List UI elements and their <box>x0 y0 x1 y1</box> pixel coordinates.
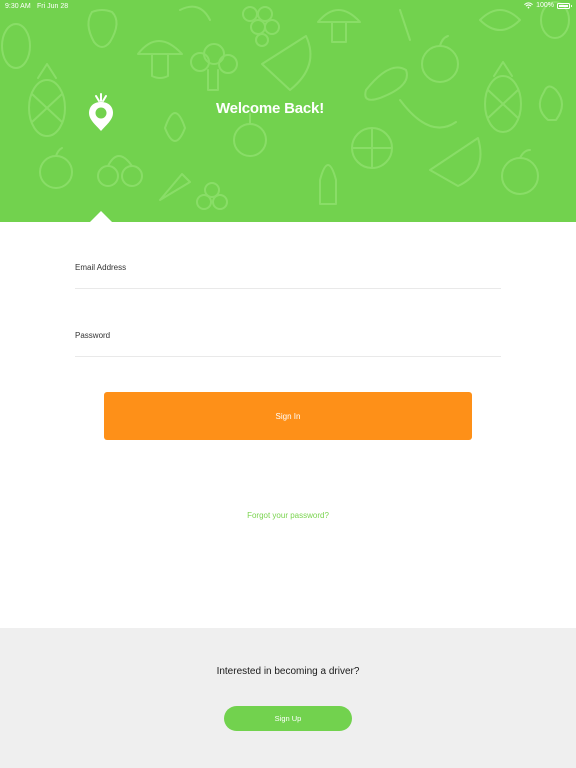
forgot-password-link[interactable]: Forgot your password? <box>188 511 388 520</box>
sign-up-button[interactable]: Sign Up <box>224 706 352 731</box>
password-field[interactable]: Password <box>75 331 501 357</box>
status-time: 9:30 AM <box>5 3 31 10</box>
password-underline <box>75 356 501 357</box>
password-label: Password <box>75 331 111 340</box>
status-date: Fri Jun 28 <box>37 3 69 10</box>
page-title: Welcome Back! <box>215 100 324 117</box>
app-logo-icon <box>89 93 113 131</box>
wifi-icon <box>524 2 533 9</box>
status-bar: 9:30 AM Fri Jun 28 100% <box>0 0 576 14</box>
password-input[interactable] <box>75 341 501 355</box>
battery-icon <box>557 2 572 9</box>
header-notch <box>90 211 112 222</box>
status-indicators: 100% <box>524 2 572 9</box>
driver-prompt: Interested in becoming a driver? <box>216 666 360 677</box>
email-label: Email Address <box>75 263 127 272</box>
header-banner: 9:30 AM Fri Jun 28 100% Welcome Back! <box>0 0 576 222</box>
battery-percent: 100% <box>536 2 554 9</box>
email-input[interactable] <box>75 273 501 287</box>
driver-signup-section: Interested in becoming a driver? Sign Up <box>0 628 576 768</box>
email-field[interactable]: Email Address <box>75 263 501 289</box>
email-underline <box>75 288 501 289</box>
sign-in-button[interactable]: Sign In <box>104 392 472 440</box>
